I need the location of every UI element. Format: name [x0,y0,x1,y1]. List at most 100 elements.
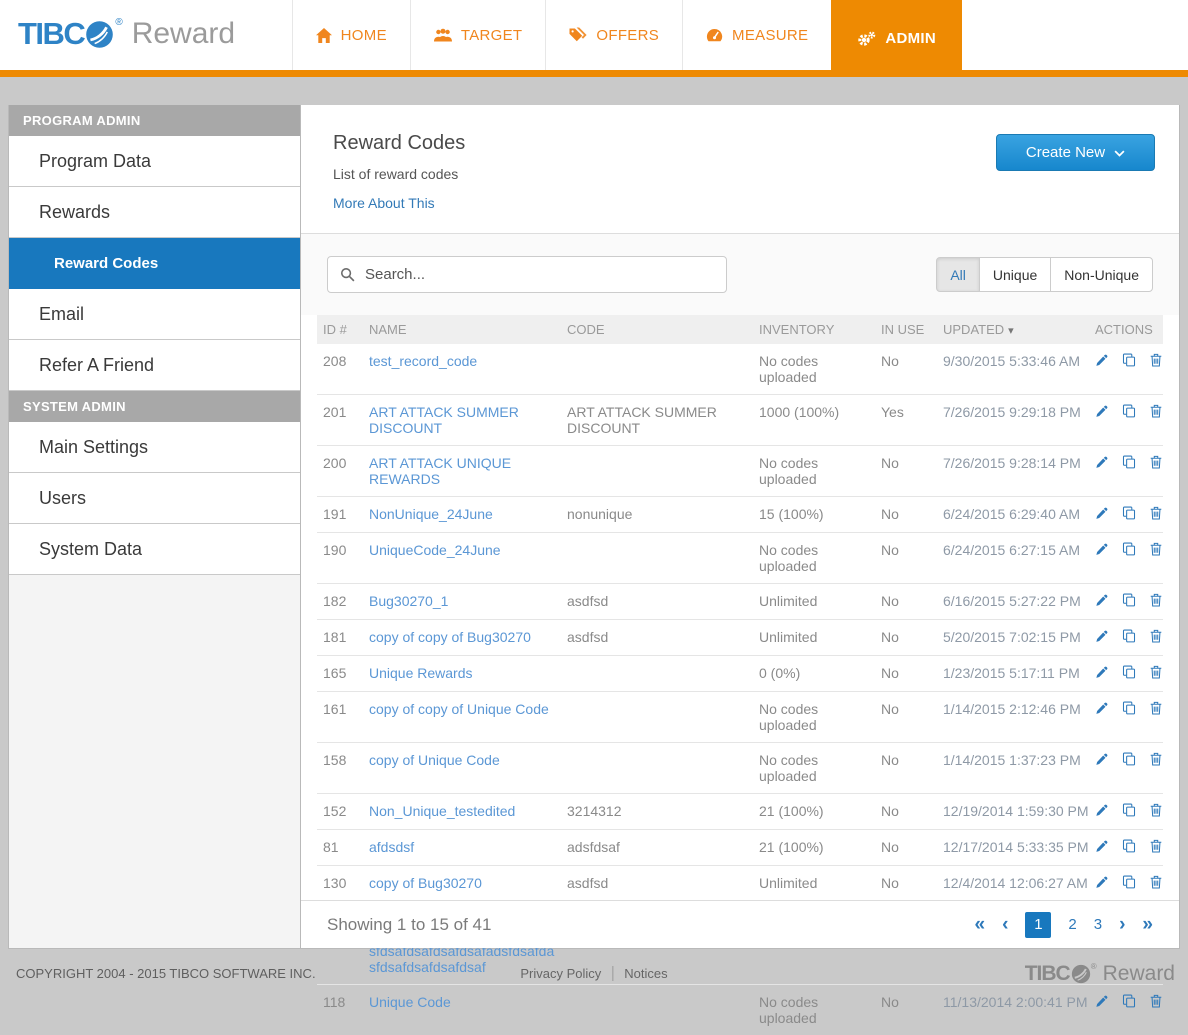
next-page-button[interactable]: › [1119,915,1125,934]
delete-icon[interactable] [1150,803,1162,820]
sidebar-item-main-settings[interactable]: Main Settings [9,422,300,473]
row-name-link[interactable]: copy of Bug30270 [369,875,482,891]
delete-icon[interactable] [1150,455,1162,472]
page-1-button[interactable]: 1 [1025,912,1051,938]
copy-icon[interactable] [1122,629,1136,646]
sidebar-item-rewards[interactable]: Rewards [9,187,300,238]
last-page-button[interactable]: » [1142,915,1153,934]
delete-icon[interactable] [1150,752,1162,769]
row-name-link[interactable]: Unique Rewards [369,665,473,681]
col-header-in-use[interactable]: IN USE [875,315,937,344]
row-name-link[interactable]: test_record_code [369,353,477,369]
edit-icon[interactable] [1095,666,1108,682]
row-id: 158 [317,743,363,794]
row-updated: 6/24/2015 6:29:40 AM [937,497,1089,533]
row-inventory: No codes uploaded [753,692,875,743]
row-inventory: Unlimited [753,620,875,656]
sidebar-item-refer-a-friend[interactable]: Refer A Friend [9,340,300,391]
copy-icon[interactable] [1122,701,1136,718]
row-name-link[interactable]: ART ATTACK SUMMER DISCOUNT [369,404,519,436]
row-name-link[interactable]: UniqueCode_24June [369,542,501,558]
tab-offers[interactable]: OFFERS [545,0,682,70]
copy-icon[interactable] [1122,542,1136,559]
copy-icon[interactable] [1122,752,1136,769]
row-in-use: No [875,794,937,830]
edit-icon[interactable] [1095,630,1108,646]
tibco-reward-logo[interactable]: TIBC ® Reward [18,15,235,53]
edit-icon[interactable] [1095,840,1108,856]
table-row: 158 copy of Unique Code No codes uploade… [317,743,1163,794]
filter-unique-button[interactable]: Unique [979,257,1051,292]
delete-icon[interactable] [1150,593,1162,610]
filter-all-button[interactable]: All [936,257,980,292]
delete-icon[interactable] [1150,542,1162,559]
row-name-link[interactable]: NonUnique_24June [369,506,493,522]
create-new-button[interactable]: Create New [996,134,1155,171]
notices-link[interactable]: Notices [624,966,667,981]
delete-icon[interactable] [1150,629,1162,646]
row-name-link[interactable]: afdsdsf [369,839,414,855]
delete-icon[interactable] [1150,665,1162,682]
prev-page-button[interactable]: ‹ [1002,915,1008,934]
sidebar-item-program-data[interactable]: Program Data [9,136,300,187]
edit-icon[interactable] [1095,405,1108,421]
copy-icon[interactable] [1122,593,1136,610]
filter-non-unique-button[interactable]: Non-Unique [1050,257,1153,292]
tab-home[interactable]: HOME [292,0,410,70]
top-nav: HOME TARGET OFFERS MEASURE ADMIN [292,0,962,77]
delete-icon[interactable] [1150,404,1162,421]
first-page-button[interactable]: « [975,915,986,934]
col-header-code[interactable]: CODE [561,315,753,344]
privacy-policy-link[interactable]: Privacy Policy [520,966,601,981]
search-input[interactable] [327,256,727,293]
edit-icon[interactable] [1095,354,1108,370]
sidebar-item-email[interactable]: Email [9,289,300,340]
copy-icon[interactable] [1122,404,1136,421]
copy-icon[interactable] [1122,455,1136,472]
row-updated: 1/14/2015 2:12:46 PM [937,692,1089,743]
edit-icon[interactable] [1095,507,1108,523]
sidebar-item-reward-codes[interactable]: Reward Codes [9,238,300,289]
row-inventory: No codes uploaded [753,344,875,395]
edit-icon[interactable] [1095,543,1108,559]
delete-icon[interactable] [1150,839,1162,856]
edit-icon[interactable] [1095,702,1108,718]
row-name-link[interactable]: copy of copy of Unique Code [369,701,549,717]
col-header-inventory[interactable]: INVENTORY [753,315,875,344]
copy-icon[interactable] [1122,353,1136,370]
delete-icon[interactable] [1150,701,1162,718]
sidebar-item-system-data[interactable]: System Data [9,524,300,575]
copy-icon[interactable] [1122,875,1136,892]
tab-measure[interactable]: MEASURE [682,0,831,70]
col-header-name[interactable]: NAME [363,315,561,344]
row-name-link[interactable]: Bug30270_1 [369,593,448,609]
edit-icon[interactable] [1095,876,1108,892]
row-name-link[interactable]: ART ATTACK UNIQUE REWARDS [369,455,511,487]
delete-icon[interactable] [1150,506,1162,523]
copy-icon[interactable] [1122,506,1136,523]
more-about-this-link[interactable]: More About This [333,195,435,211]
edit-icon[interactable] [1095,456,1108,472]
edit-icon[interactable] [1095,804,1108,820]
tab-target[interactable]: TARGET [410,0,546,70]
tab-admin[interactable]: ADMIN [831,0,962,77]
row-id: 191 [317,497,363,533]
copy-icon[interactable] [1122,839,1136,856]
col-header-updated[interactable]: UPDATED▾ [937,315,1089,344]
row-in-use: No [875,656,937,692]
edit-icon[interactable] [1095,594,1108,610]
sidebar-section-system-admin: SYSTEM ADMIN [9,391,300,422]
col-header-id[interactable]: ID # [317,315,363,344]
delete-icon[interactable] [1150,875,1162,892]
delete-icon[interactable] [1150,353,1162,370]
edit-icon[interactable] [1095,753,1108,769]
page-3-button[interactable]: 3 [1094,916,1102,933]
sidebar-item-users[interactable]: Users [9,473,300,524]
page-2-button[interactable]: 2 [1068,916,1076,933]
row-name-link[interactable]: copy of Unique Code [369,752,500,768]
copy-icon[interactable] [1122,665,1136,682]
row-name-link[interactable]: Non_Unique_testedited [369,803,515,819]
row-name-link[interactable]: copy of copy of Bug30270 [369,629,531,645]
brand-tibco-text: TIBC [18,15,84,53]
copy-icon[interactable] [1122,803,1136,820]
